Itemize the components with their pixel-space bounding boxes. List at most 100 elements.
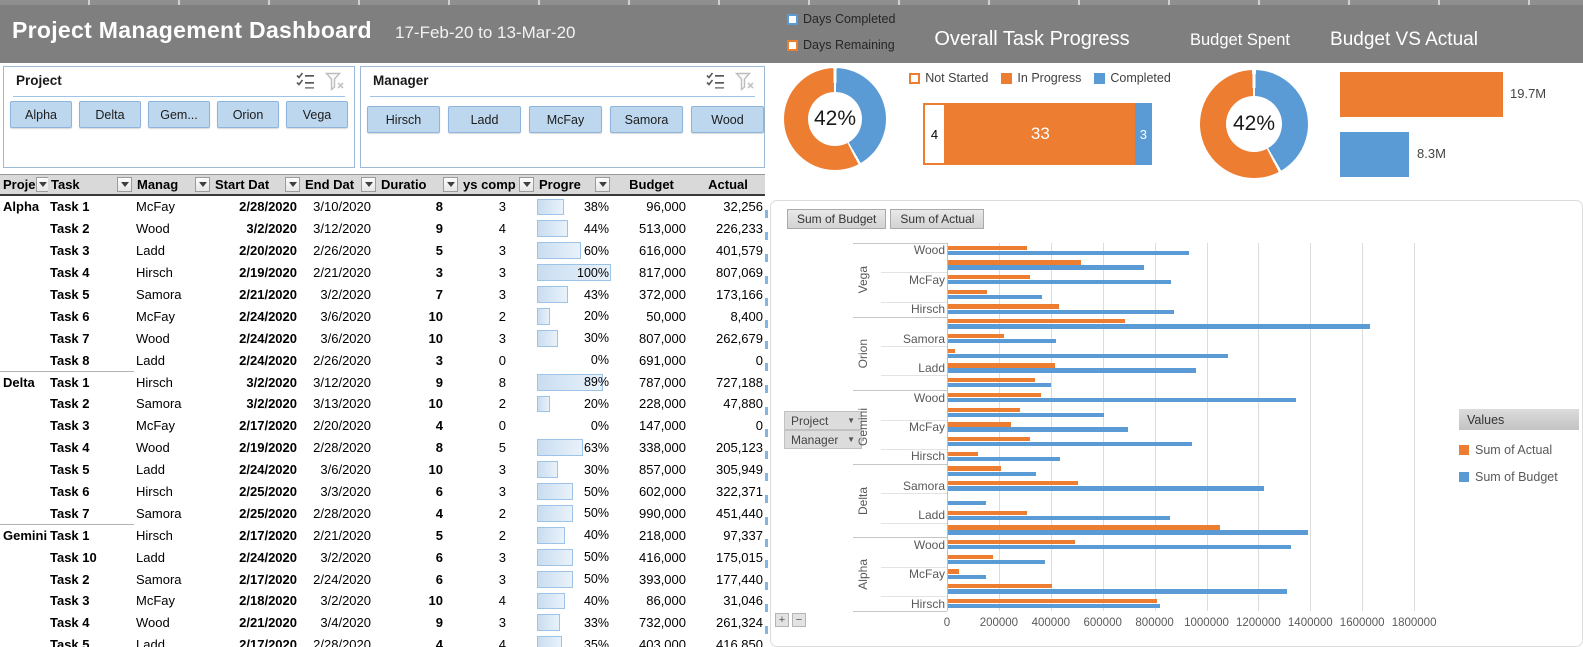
cell-task: Task 4 (50, 440, 90, 456)
cell-budget: 218,000 (639, 527, 686, 543)
segment-completed: 3 (1134, 103, 1152, 165)
slicer-button-delta[interactable]: Delta (79, 101, 141, 128)
cell-budget: 228,000 (639, 396, 686, 412)
cell-budget: 691,000 (639, 352, 686, 368)
budget-bar-label: 19.7M (1510, 86, 1547, 101)
slicer-button-alpha[interactable]: Alpha (10, 101, 72, 128)
gridline (1310, 243, 1312, 611)
expand-button[interactable]: + (775, 613, 789, 627)
cell-task: Task 6 (50, 484, 90, 500)
axis-field-button-manager[interactable]: Manager ▼ (784, 430, 862, 449)
category-separator (881, 596, 947, 598)
slicer-button-mcfay[interactable]: McFay (529, 106, 602, 133)
cell-start-date: 3/2/2020 (246, 396, 297, 412)
multiselect-icon[interactable] (296, 72, 315, 96)
legend-label: In Progress (1017, 71, 1082, 85)
cell-project (0, 634, 48, 647)
cell-end-date: 3/4/2020 (320, 615, 371, 631)
cell-duration: 10 (428, 396, 443, 412)
progress-databar-wrap: 44% (536, 218, 612, 240)
filter-dropdown-icon[interactable] (443, 177, 458, 192)
cell-end-date: 2/28/2020 (313, 440, 371, 456)
cell-actual: 305,949 (716, 462, 763, 478)
cell-start-date: 2/21/2020 (239, 287, 297, 302)
cell-actual: 262,679 (716, 330, 763, 346)
filter-dropdown-icon[interactable] (519, 177, 534, 192)
bar-sum-of-actual-vega-hirsch (948, 304, 1060, 309)
progress-value: 60% (583, 243, 609, 258)
slicer-button-samora[interactable]: Samora (610, 106, 683, 133)
pivot-field-button-sum-of-budget[interactable]: Sum of Budget (787, 209, 887, 229)
progress-databar-wrap: 30% (536, 327, 612, 349)
overall-task-progress-title: Overall Task Progress (934, 28, 1130, 50)
slicer-button-vega[interactable]: Vega (286, 101, 348, 128)
project-axis-label-text: Alpha (856, 558, 870, 590)
cell-start-date: 2/20/2020 (239, 243, 297, 259)
cell-actual: 727,188 (716, 374, 763, 390)
table-row: Task 5 Ladd 2/17/2020 2/28/2020 4 4 35% 403,000… (0, 634, 765, 647)
cell-task: Task 5 (50, 637, 90, 647)
cell-start-date: 2/19/2020 (239, 265, 297, 281)
slicer-button-orion[interactable]: Orion (217, 101, 279, 128)
manager-slicer-title: Manager (373, 73, 429, 88)
bar-sum-of-actual-gemini-wood (948, 392, 1041, 398)
table-edge-tick (765, 626, 768, 635)
cell-task: Task 4 (50, 265, 90, 281)
cell-days-completed: 2 (498, 308, 506, 324)
filter-dropdown-icon[interactable] (117, 177, 132, 192)
bar-sum-of-actual-vega-ladd (948, 289, 987, 295)
cell-task: Task 7 (50, 330, 90, 346)
cell-start-date: 2/17/2020 (239, 571, 297, 587)
progress-value: 40% (583, 593, 609, 608)
clear-filter-icon[interactable] (324, 72, 346, 96)
cell-manager: Wood (136, 221, 170, 237)
segment-value: 33 (1030, 124, 1050, 143)
cell-duration: 10 (428, 462, 443, 478)
pivot-legend-title: Values (1459, 409, 1579, 430)
column-header-label: Task (51, 177, 80, 192)
cell-project (0, 327, 48, 349)
cell-project: Alpha (3, 199, 40, 215)
cell-task: Task 2 (50, 396, 90, 412)
filter-dropdown-icon[interactable] (195, 177, 210, 192)
progress-databar (537, 286, 568, 303)
filter-dropdown-icon[interactable] (35, 177, 48, 192)
bar-sum-of-budget-delta-wood (948, 471, 1036, 476)
bar-sum-of-actual-alpha-samora (948, 554, 993, 560)
collapse-button[interactable]: − (792, 613, 806, 627)
pivot-field-button-sum-of-actual[interactable]: Sum of Actual (890, 209, 985, 229)
cell-start-date: 2/24/2020 (239, 462, 297, 478)
clear-filter-icon[interactable] (734, 72, 756, 96)
progress-value: 50% (583, 484, 609, 499)
filter-dropdown-icon[interactable] (361, 177, 376, 192)
cell-budget: 96,000 (646, 199, 686, 215)
manager-axis-label: Samora (902, 331, 945, 346)
cell-duration: 8 (435, 440, 443, 456)
completed-marker (1094, 72, 1106, 84)
cell-progress: 89% (536, 371, 612, 393)
manager-axis-label: Hirsch (910, 596, 945, 611)
slicer-button-wood[interactable]: Wood (691, 106, 764, 133)
multiselect-icon[interactable] (706, 72, 725, 96)
dashboard: Project Management Dashboard 17-Feb-20 t… (0, 0, 1583, 647)
cell-start-date: 2/21/2020 (239, 615, 297, 631)
progress-databar (537, 439, 583, 457)
cell-days-completed: 3 (498, 199, 506, 215)
column-header-budget: Budget (612, 175, 690, 194)
days-completed-marker (787, 13, 798, 25)
slicer-button-ladd[interactable]: Ladd (448, 106, 521, 133)
progress-databar (537, 570, 573, 588)
slicer-button-hirsch[interactable]: Hirsch (367, 106, 440, 133)
cell-end-date: 2/24/2020 (313, 571, 371, 587)
cell-days-completed: 4 (498, 221, 506, 237)
bar-sum-of-actual-gemini-mcfay (948, 422, 1012, 427)
segment-in-progress: 33 (945, 103, 1135, 165)
cell-days-completed: 5 (498, 440, 506, 456)
axis-field-button-project[interactable]: Project ▼ (784, 411, 862, 430)
filter-dropdown-icon[interactable] (285, 177, 300, 192)
legend-label: Days Remaining (803, 38, 895, 52)
table-row: Task 4 Wood 2/21/2020 3/4/2020 9 3 33% 732,000 2… (0, 612, 765, 634)
filter-dropdown-icon[interactable] (595, 177, 610, 192)
column-header-label: Start Dat (215, 177, 270, 192)
slicer-button-gem[interactable]: Gem... (148, 101, 210, 128)
